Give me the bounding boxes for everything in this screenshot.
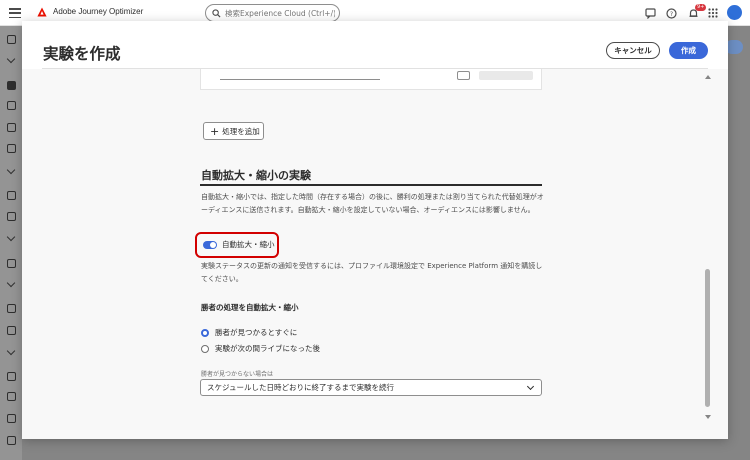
toggle-switch[interactable] (203, 240, 217, 249)
treatment-card (200, 69, 542, 90)
scroll-up-arrow-icon[interactable] (705, 75, 711, 79)
plus-icon: + (210, 124, 220, 138)
fallback-label: 勝者が見つからない場合は (201, 371, 274, 378)
treatment-checkbox[interactable] (457, 71, 470, 80)
feedback-icon[interactable] (643, 6, 657, 20)
section-title: 自動拡大・縮小の実験 (201, 169, 311, 182)
fallback-select[interactable]: スケジュールした日時どおりに終了するまで実験を続行 (200, 379, 542, 396)
treatment-percentage-field[interactable] (479, 71, 533, 80)
scroll-down-arrow-icon[interactable] (705, 415, 711, 419)
scroll-thumb[interactable] (705, 269, 710, 407)
user-avatar[interactable] (727, 5, 742, 20)
radio-selected[interactable] (201, 328, 209, 337)
treatment-slider-track[interactable] (220, 79, 380, 80)
svg-text:?: ? (669, 11, 672, 18)
winner-heading: 勝者の処理を自動拡大・縮小 (201, 303, 299, 312)
dialog-title: 実験を作成 (43, 45, 121, 63)
search-box[interactable] (205, 4, 340, 22)
app-name[interactable]: Adobe Journey Optimizer (53, 7, 143, 16)
create-experiment-dialog: 実験を作成 キャンセル 作成 + 処理を追加 自動拡大・縮小の実験 自動拡大・縮… (22, 21, 728, 439)
add-treatment-label: 処理を追加 (222, 126, 260, 136)
hamburger-menu-icon[interactable] (9, 8, 21, 18)
toggle-label: 自動拡大・縮小 (222, 240, 275, 249)
section-divider (200, 184, 542, 186)
search-input[interactable] (225, 8, 335, 18)
cancel-button[interactable]: キャンセル (606, 42, 660, 59)
notification-note: 実験ステータスの更新の通知を受信するには、プロファイル環境設定で Experie… (201, 262, 543, 283)
notification-badge: 9+ (695, 4, 707, 11)
help-icon[interactable]: ? (664, 6, 678, 20)
create-button[interactable]: 作成 (669, 42, 708, 59)
auto-scale-toggle[interactable]: 自動拡大・縮小 (203, 239, 275, 250)
adobe-logo-icon[interactable] (37, 7, 47, 17)
search-icon (212, 8, 221, 18)
add-treatment-button[interactable]: + 処理を追加 (203, 122, 264, 140)
radio-unselected[interactable] (201, 344, 209, 353)
radio-option-immediate[interactable]: 勝者が見つかるとすぐに (201, 327, 297, 338)
radio-label: 実験が次の間ライブになった後 (215, 344, 320, 353)
chevron-down-icon (526, 382, 535, 391)
auto-scale-description: 自動拡大・縮小では、指定した時間（存在する場合）の後に、勝利の処理または割り当て… (201, 193, 544, 214)
scrollbar[interactable] (704, 75, 712, 421)
radio-option-after-live[interactable]: 実験が次の間ライブになった後 (201, 343, 320, 354)
apps-grid-icon[interactable] (706, 6, 720, 20)
fallback-value: スケジュールした日時どおりに終了するまで実験を続行 (207, 383, 394, 392)
dialog-content[interactable]: + 処理を追加 自動拡大・縮小の実験 自動拡大・縮小では、指定した時間（存在する… (22, 69, 728, 439)
radio-label: 勝者が見つかるとすぐに (215, 328, 298, 337)
